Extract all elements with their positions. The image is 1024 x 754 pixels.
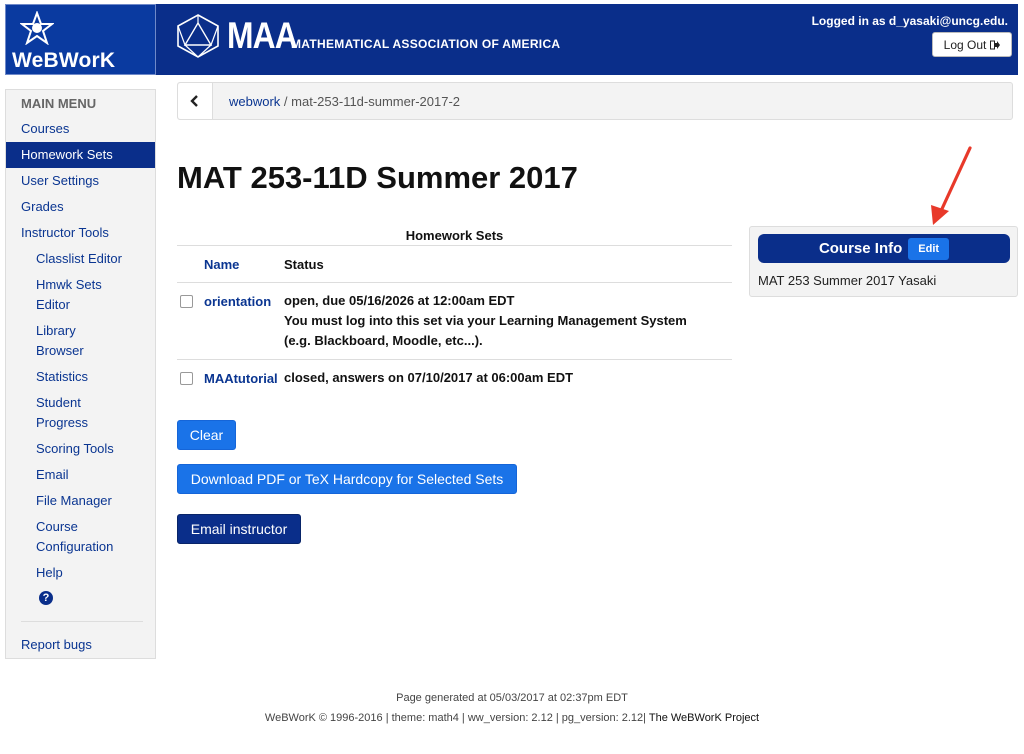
set-status-line: closed, answers on 07/10/2017 at 06:00am… [284, 370, 574, 385]
sidebar-item-email[interactable]: Email [6, 465, 155, 485]
course-info-title: Course Info [818, 240, 903, 257]
webwork-star-icon [20, 11, 54, 45]
sidebar-item-scoring-tools[interactable]: Scoring Tools [6, 439, 155, 459]
select-set-checkbox[interactable] [180, 295, 193, 308]
breadcrumb: webwork / mat-253-11d-summer-2017-2 [177, 82, 1013, 120]
set-status: open, due 05/16/2026 at 12:00am EDT You … [284, 291, 729, 351]
set-link-orientation[interactable]: orientation [204, 294, 271, 309]
sidebar-item-student-progress-line2[interactable]: Progress [6, 413, 155, 433]
set-status-line: (e.g. Blackboard, Moodle, etc...). [284, 333, 483, 348]
set-status-line: You must log into this set via your Lear… [284, 313, 687, 328]
webwork-project-link[interactable]: The WeBWorK Project [649, 712, 759, 724]
breadcrumb-current: mat-253-11d-summer-2017-2 [291, 94, 461, 109]
logged-in-text: Logged in as d_yasaki@uncg.edu. [811, 14, 1008, 28]
download-hardcopy-button[interactable]: Download PDF or TeX Hardcopy for Selecte… [177, 464, 517, 494]
logout-button[interactable]: Log Out [932, 32, 1012, 57]
sidebar-item-statistics[interactable]: Statistics [6, 367, 155, 387]
breadcrumb-separator: / [283, 94, 288, 109]
footer-version-text: WeBWorK © 1996-2016 | theme: math4 | ww_… [264, 712, 646, 724]
sidebar-item-file-manager[interactable]: File Manager [6, 491, 155, 511]
maa-logo[interactable]: MAA MATHEMATICAL ASSOCIATION OF AMERICA [175, 6, 560, 66]
page-title: MAT 253-11D Summer 2017 [177, 160, 578, 195]
top-banner: WeBWorK MAA MATHEMATICAL ASSOCIATION OF … [5, 4, 1018, 75]
report-bugs-link[interactable]: Report bugs [6, 635, 155, 655]
email-instructor-button[interactable]: Email instructor [177, 514, 301, 544]
course-info-edit-button[interactable]: Edit [908, 237, 950, 260]
footer-copyright: WeBWorK © 1996-2016 | theme: math4 | ww_… [0, 712, 1024, 724]
sidebar-item-student-progress[interactable]: Student [6, 393, 155, 413]
table-divider [177, 282, 732, 283]
sidebar-item-grades[interactable]: Grades [6, 197, 155, 217]
menu-title: MAIN MENU [21, 96, 97, 111]
table-divider [177, 359, 732, 360]
sidebar-item-hmwk-sets-editor-line2[interactable]: Editor [6, 295, 155, 315]
sidebar-item-hmwk-sets-editor[interactable]: Hmwk Sets [6, 275, 155, 295]
page-generated-text: Page generated at 05/03/2017 at 02:37pm … [396, 692, 628, 704]
course-info-header: Course Info Edit [758, 234, 1010, 263]
back-button[interactable] [178, 83, 213, 119]
main-menu: MAIN MENU Courses Homework Sets User Set… [5, 89, 156, 659]
annotation-arrow-icon [931, 146, 972, 225]
sidebar-item-help[interactable]: Help [6, 563, 155, 583]
sidebar-item-course-configuration[interactable]: Course [6, 517, 155, 537]
course-info-panel: Course Info Edit MAT 253 Summer 2017 Yas… [749, 226, 1018, 297]
set-status-line: open, due 05/16/2026 at 12:00am EDT [284, 293, 515, 308]
sidebar-item-course-configuration-line2[interactable]: Configuration [6, 537, 155, 557]
course-info-text: MAT 253 Summer 2017 Yasaki [758, 273, 937, 288]
sidebar-item-user-settings[interactable]: User Settings [6, 171, 155, 191]
sidebar-item-courses[interactable]: Courses [6, 119, 155, 139]
column-header-status: Status [284, 257, 324, 272]
table-divider [177, 245, 732, 246]
set-link-maatutorial[interactable]: MAAtutorial [204, 371, 278, 386]
brand-name: WeBWorK [12, 49, 116, 72]
set-status: closed, answers on 07/10/2017 at 06:00am… [284, 368, 729, 388]
sidebar-item-instructor-tools[interactable]: Instructor Tools [6, 223, 155, 243]
chevron-left-icon [190, 95, 198, 107]
clear-button[interactable]: Clear [177, 420, 236, 450]
select-set-checkbox[interactable] [180, 372, 193, 385]
sidebar-item-classlist-editor[interactable]: Classlist Editor [6, 249, 155, 269]
sidebar-divider [21, 621, 143, 622]
sign-out-icon [990, 40, 1001, 49]
breadcrumb-path: webwork / mat-253-11d-summer-2017-2 [229, 94, 460, 109]
homework-sets-caption: Homework Sets [405, 228, 504, 243]
column-header-name[interactable]: Name [204, 257, 239, 272]
sidebar-item-library-browser-line2[interactable]: Browser [6, 341, 155, 361]
webwork-logo[interactable]: WeBWorK [5, 4, 156, 75]
sidebar-item-library-browser[interactable]: Library [6, 321, 155, 341]
breadcrumb-webwork-link[interactable]: webwork [229, 94, 280, 109]
maa-full-name: MATHEMATICAL ASSOCIATION OF AMERICA [291, 37, 561, 51]
logout-label: Log Out [943, 37, 987, 52]
sidebar-item-homework-sets[interactable]: Homework Sets [6, 142, 155, 168]
help-icon[interactable]: ? [39, 591, 53, 605]
icosahedron-icon [177, 14, 219, 58]
maa-acronym: MAA [227, 15, 298, 56]
